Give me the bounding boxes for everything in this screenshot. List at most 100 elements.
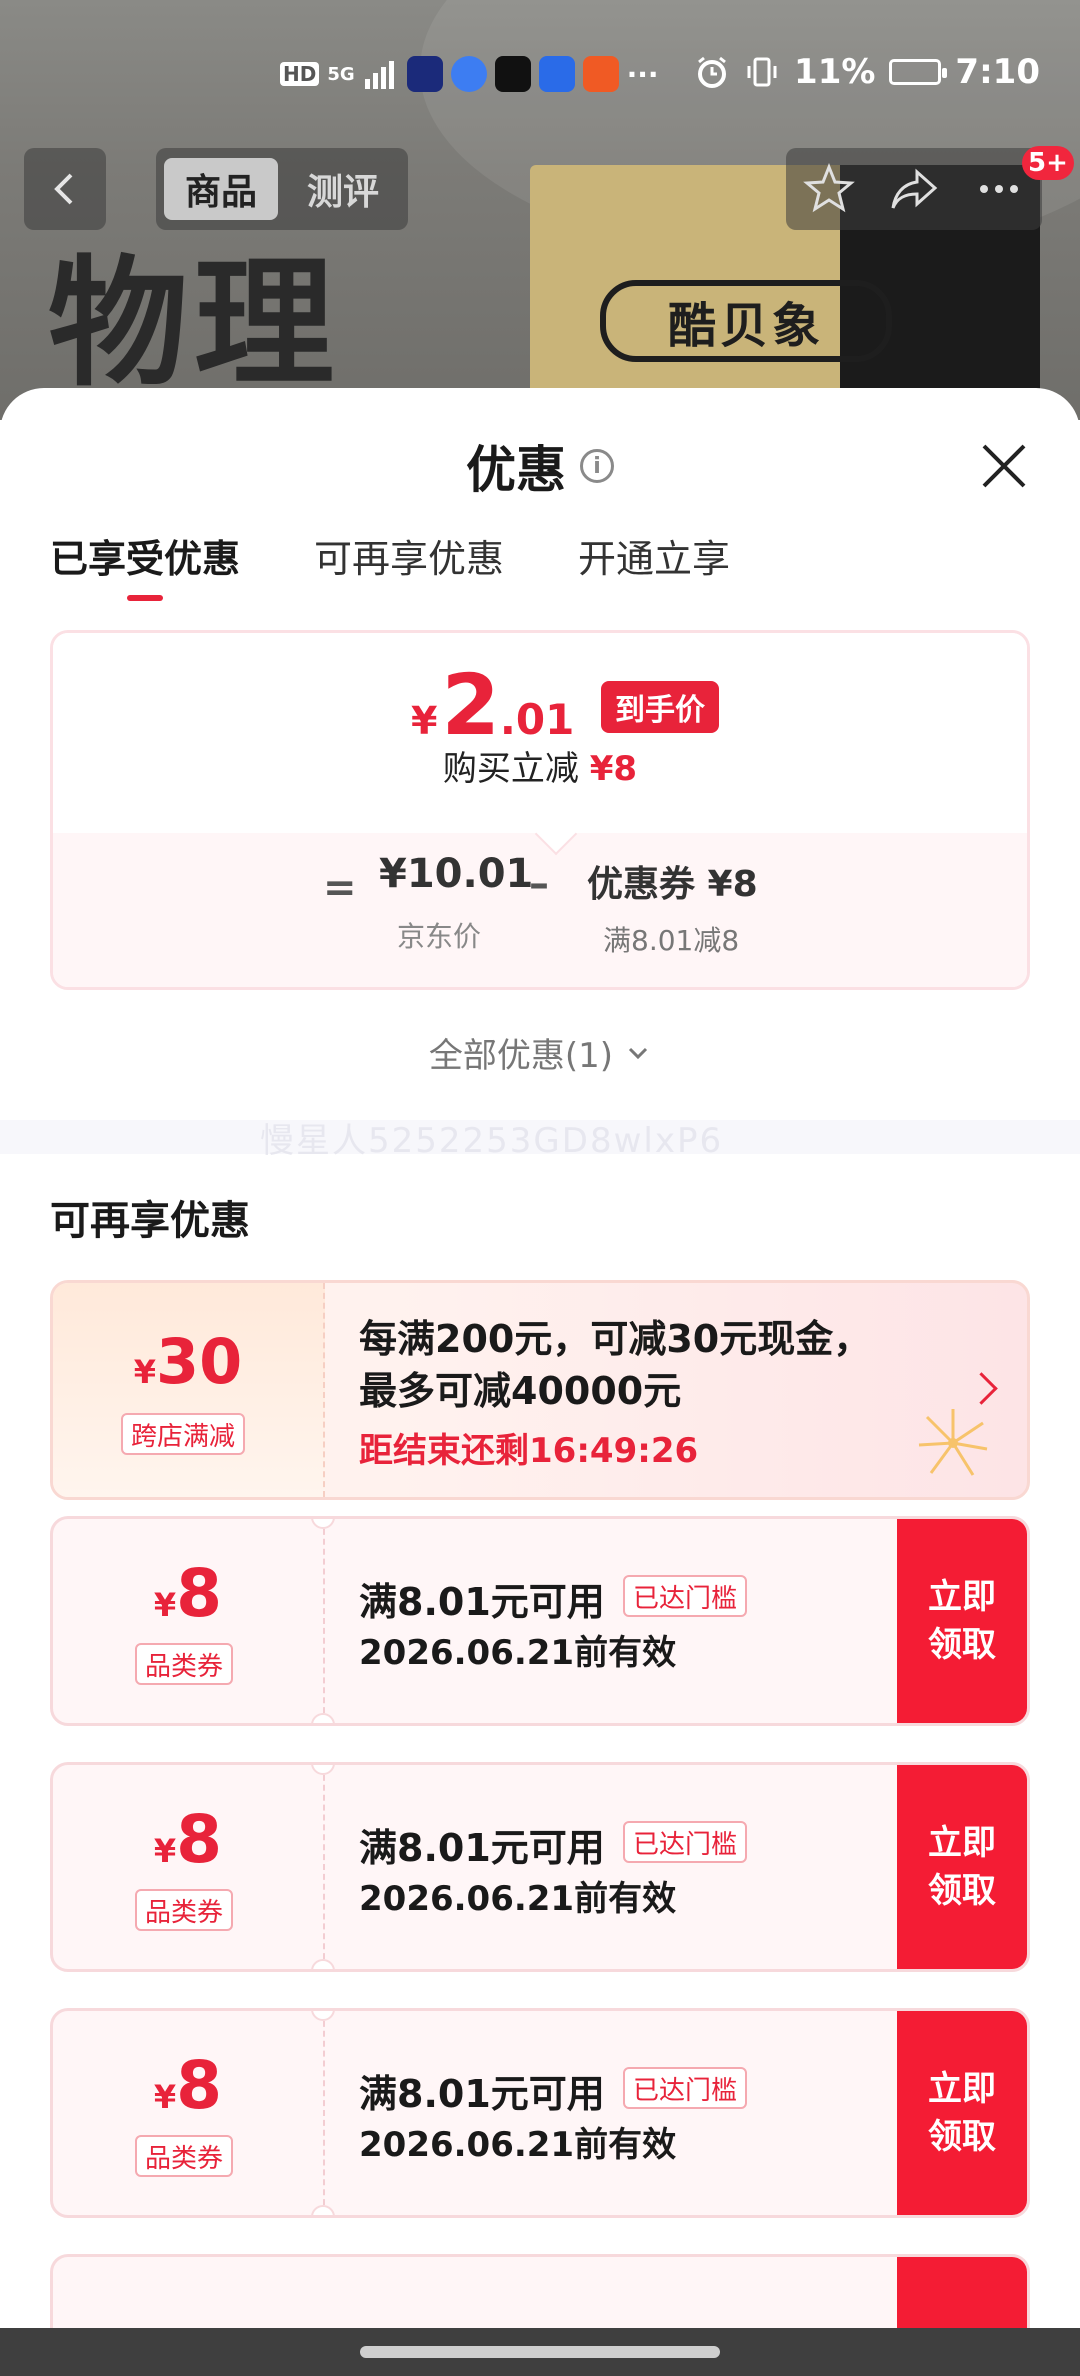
- signal-label: 5G: [327, 63, 355, 85]
- product-actions: [786, 148, 1042, 230]
- app-icon-red: [582, 56, 619, 92]
- save-amount: ¥8: [589, 749, 638, 789]
- coupon-value: 8: [176, 2047, 223, 2124]
- promo-tag: 跨店满减: [121, 1413, 246, 1455]
- price-summary-card: ¥ 2 .01 到手价 购买立减 ¥8 = ¥10.01 京东价 – 优惠券 ¥…: [50, 630, 1030, 990]
- alarm-icon: [698, 56, 727, 88]
- coupon-yen: ¥: [153, 1586, 177, 1624]
- promo-card[interactable]: ¥30 跨店满减 每满200元，可减30元现金， 最多可减40000元 距结束还…: [50, 1280, 1030, 1500]
- coupon-type: 品类券: [135, 2135, 234, 2177]
- product-tabs: 商品 测评: [156, 148, 408, 230]
- final-price-int: 2: [441, 656, 500, 754]
- chevron-down-icon: [629, 1047, 648, 1059]
- coupon-expiry: 2026.06.21前有效: [359, 1633, 677, 1673]
- final-price: ¥ 2 .01: [411, 663, 574, 747]
- coupon-yen: ¥: [153, 1832, 177, 1870]
- all-offers-label: 全部优惠(1): [428, 1036, 614, 1076]
- close-icon[interactable]: [974, 436, 1034, 496]
- coupon-notch: [311, 2205, 335, 2215]
- threshold-badge: 已达门槛: [623, 1821, 748, 1863]
- chevron-left-icon: [54, 173, 73, 205]
- share-icon[interactable]: [887, 162, 941, 216]
- product-background-text: 物理: [48, 243, 341, 406]
- claim-label: 立即领取: [928, 1823, 996, 1911]
- save-line: 购买立减 ¥8: [53, 741, 1027, 790]
- coupon-card: ¥8 品类券 满8.01元可用 已达门槛 2026.06.21前有效 立即领取: [50, 1762, 1030, 1972]
- firework-icon: [918, 1409, 988, 1476]
- sheet-title: 优惠: [466, 441, 566, 499]
- all-offers-toggle[interactable]: 全部优惠(1): [0, 1028, 1080, 1077]
- coupon-condition: 满8.01元可用: [359, 1826, 605, 1870]
- home-indicator[interactable]: [360, 2346, 720, 2358]
- coupon-type: 品类券: [135, 1643, 234, 1685]
- minus-sign: –: [529, 861, 549, 907]
- save-prefix: 购买立减: [442, 749, 579, 789]
- tab-enjoyed[interactable]: 已享受优惠: [50, 528, 240, 601]
- coupon-type: 品类券: [135, 1889, 234, 1931]
- promo-value: 30: [155, 1325, 243, 1398]
- app-icon-screen: [406, 56, 443, 92]
- coupon-notch: [311, 1959, 335, 1969]
- claim-label: 立即领取: [928, 1577, 996, 1665]
- more-icon[interactable]: [972, 162, 1026, 216]
- claim-button[interactable]: [897, 2257, 1027, 2328]
- coupon-card: ¥8 品类券 满8.01元可用 已达门槛 2026.06.21前有效 立即领取: [50, 1516, 1030, 1726]
- more-notifications: ···: [626, 57, 659, 91]
- promo-description: 每满200元，可减30元现金， 最多可减40000元: [359, 1313, 871, 1417]
- signal-icon: [364, 61, 394, 89]
- tab-product[interactable]: 商品: [164, 158, 278, 220]
- final-price-dec: .01: [499, 695, 575, 744]
- hd-indicator: HD: [280, 62, 320, 86]
- back-button[interactable]: [24, 148, 106, 230]
- threshold-badge: 已达门槛: [623, 1575, 748, 1617]
- status-right: 11% 7:10: [694, 52, 1040, 92]
- chevron-right-icon: [965, 1372, 998, 1405]
- coupon-expiry: 2026.06.21前有效: [359, 2125, 677, 2165]
- claim-button[interactable]: 立即领取: [897, 1519, 1027, 1723]
- coupon-condition: 满8.01元可用: [359, 2072, 605, 2116]
- coupon-amount: ¥8: [53, 2047, 323, 2124]
- section-title: 可再享优惠: [50, 1198, 250, 1244]
- app-icon-blue: [538, 56, 575, 92]
- product-brand-label: 酷贝象: [600, 280, 892, 362]
- tab-more-offers[interactable]: 可再享优惠: [314, 528, 504, 601]
- tab-review[interactable]: 测评: [286, 158, 400, 220]
- coupon-condition: 满8.01减8: [603, 924, 740, 957]
- promo-countdown: 距结束还剩16:49:26: [359, 1431, 699, 1471]
- vibrate-icon: [747, 57, 777, 87]
- coupon-expiry: 2026.06.21前有效: [359, 1879, 677, 1919]
- sheet-header: 优惠 i: [0, 426, 1080, 506]
- promo-line2: 最多可减40000元: [359, 1369, 682, 1413]
- coupon-card-partial: [50, 2254, 1030, 2328]
- coupon-value: 8: [176, 1555, 223, 1632]
- coupon-amount: ¥8: [53, 1801, 323, 1878]
- claim-button[interactable]: 立即领取: [897, 2011, 1027, 2215]
- discount-tabs: 已享受优惠 可再享优惠 开通立享: [50, 528, 730, 601]
- price-card-bottom: [53, 833, 1027, 987]
- battery-percent: 11%: [794, 52, 876, 92]
- star-icon[interactable]: [802, 162, 856, 216]
- coupon-notch: [311, 1713, 335, 1723]
- discount-sheet: 优惠 i 已享受优惠 可再享优惠 开通立享 ¥ 2 .01 到手价 购买立减 ¥…: [0, 388, 1080, 2328]
- equals-sign: =: [323, 865, 357, 911]
- coupon-value: 8: [176, 1801, 223, 1878]
- claim-button[interactable]: 立即领取: [897, 1765, 1027, 1969]
- app-icon-browser: [450, 56, 487, 92]
- threshold-badge: 已达门槛: [623, 2067, 748, 2109]
- coupon-yen: ¥: [153, 2078, 177, 2116]
- promo-amount: ¥30: [53, 1325, 323, 1398]
- promo-line1: 每满200元，可减30元现金，: [359, 1317, 872, 1361]
- promo-yen: ¥: [133, 1353, 156, 1391]
- tab-open-enjoy[interactable]: 开通立享: [578, 528, 730, 601]
- battery-icon: [889, 59, 948, 85]
- final-price-tag: 到手价: [601, 681, 719, 733]
- coupon-condition: 满8.01元可用: [359, 1580, 605, 1624]
- message-badge: 5+: [1022, 146, 1074, 180]
- status-bar: HD 5G ··· 11% 7:10: [0, 0, 1080, 150]
- watermark: 慢星人5252253GD8wlxP6: [0, 1120, 1080, 1161]
- coupon-price: 优惠券 ¥8: [587, 864, 758, 905]
- status-left: HD 5G ···: [280, 56, 659, 92]
- info-icon[interactable]: i: [580, 449, 614, 483]
- final-price-yen: ¥: [411, 699, 438, 743]
- jd-price-label: 京东价: [397, 920, 482, 953]
